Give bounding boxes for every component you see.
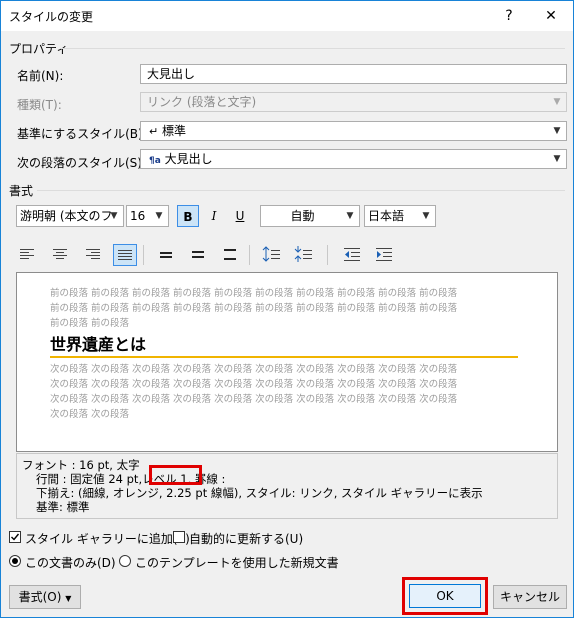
linked-style-icon: ¶a (149, 156, 161, 166)
paragraph-return-icon: ↵ (149, 125, 159, 138)
base-style-label: 基準にするスタイル(B): (17, 127, 147, 141)
preview-after-line: 次の段落 次の段落 次の段落 次の段落 次の段落 次の段落 次の段落 次の段落 … (50, 364, 458, 375)
preview-bottom-border (50, 356, 518, 358)
align-left-icon (20, 249, 34, 259)
base-style-select[interactable]: ↵ 標準 ▼ (140, 121, 567, 141)
chevron-down-icon: ▼ (422, 211, 430, 221)
language-combo[interactable]: 日本語 ▼ (364, 205, 436, 227)
align-right-icon (86, 249, 100, 259)
properties-divider (61, 48, 565, 49)
one-half-spacing-icon (192, 251, 204, 258)
description-line-spacing: 行間 : 固定値 24 pt, (36, 472, 143, 486)
increase-indent-button[interactable] (373, 244, 397, 266)
ok-button[interactable]: OK (409, 584, 481, 608)
type-label: 種類(T): (17, 98, 62, 112)
preview-before-line: 前の段落 前の段落 前の段落 前の段落 前の段落 前の段落 前の段落 前の段落 … (50, 303, 458, 314)
name-label: 名前(N): (17, 69, 64, 83)
spacing-increase-icon (262, 246, 280, 262)
style-type-value: リンク (段落と文字) (147, 95, 257, 109)
cancel-button[interactable]: キャンセル (493, 585, 567, 609)
spacing-decrease-icon (294, 246, 312, 262)
align-right-button[interactable] (82, 244, 106, 266)
description-font: フォント : 16 pt, 太字 (22, 458, 140, 472)
add-to-gallery-label[interactable]: スタイル ギャラリーに追加(S) (25, 530, 190, 547)
dropdown-arrow-icon: ▼ (65, 594, 72, 603)
formatting-group-label: 書式 (9, 184, 34, 198)
one-half-spacing-button[interactable] (187, 244, 211, 266)
new-documents-label[interactable]: このテンプレートを使用した新規文書 (135, 554, 339, 571)
justify-icon (118, 250, 132, 260)
base-style-value: 標準 (162, 124, 187, 138)
style-type-select: リンク (段落と文字) ▼ (140, 92, 567, 112)
preview-after-line: 次の段落 次の段落 次の段落 次の段落 次の段落 次の段落 次の段落 次の段落 … (50, 379, 458, 390)
decrease-spacing-button[interactable] (293, 244, 317, 266)
next-style-select[interactable]: ¶a 大見出し ▼ (140, 149, 567, 169)
description-base: 基準: 標準 (36, 500, 90, 514)
font-name-combo[interactable]: 游明朝 (本文のフ ▼ (16, 205, 124, 227)
modify-style-dialog: スタイルの変更 ? ✕ プロパティ 名前(N): 大見出し 種類(T): リンク… (0, 0, 574, 618)
preview-heading: 世界遺産とは (50, 335, 147, 354)
chevron-down-icon: ▼ (553, 97, 561, 107)
font-color-combo[interactable]: 自動 ▼ (260, 205, 360, 227)
checkmark-icon (11, 533, 20, 541)
chevron-down-icon: ▼ (110, 211, 118, 221)
properties-group-label: プロパティ (9, 42, 69, 56)
chevron-down-icon: ▼ (553, 126, 561, 136)
preview-before-line: 前の段落 前の段落 (50, 318, 130, 329)
style-description: フォント : 16 pt, 太字 行間 : 固定値 24 pt,レベル 1, 罫… (16, 453, 558, 519)
new-documents-radio[interactable] (119, 555, 131, 567)
italic-button[interactable]: I (203, 205, 225, 227)
chevron-down-icon: ▼ (553, 154, 561, 164)
increase-indent-icon (376, 248, 392, 261)
justify-button[interactable] (113, 244, 137, 266)
formatting-divider (37, 190, 565, 191)
decrease-indent-icon (344, 248, 360, 261)
dialog-title: スタイルの変更 (9, 10, 94, 24)
chevron-down-icon: ▼ (346, 211, 354, 221)
toolbar-separator (327, 245, 328, 265)
double-spacing-icon (224, 249, 236, 260)
font-color-value: 自動 (290, 209, 315, 223)
align-center-icon (53, 249, 67, 259)
help-button[interactable]: ? (487, 1, 531, 31)
decrease-indent-button[interactable] (341, 244, 365, 266)
single-spacing-icon (160, 252, 172, 258)
format-button-label: 書式(O) (18, 590, 62, 604)
close-button[interactable]: ✕ (529, 1, 573, 31)
underline-button[interactable]: U (229, 205, 251, 227)
increase-spacing-button[interactable] (261, 244, 285, 266)
preview-after-line: 次の段落 次の段落 次の段落 次の段落 次の段落 次の段落 次の段落 次の段落 … (50, 394, 458, 405)
style-preview: 前の段落 前の段落 前の段落 前の段落 前の段落 前の段落 前の段落 前の段落 … (16, 272, 558, 452)
add-to-gallery-checkbox[interactable] (9, 531, 21, 543)
language-value: 日本語 (368, 209, 405, 223)
next-style-label: 次の段落のスタイル(S): (17, 156, 147, 170)
title-bar: スタイルの変更 ? ✕ (1, 1, 573, 31)
description-border-detail: 下揃え: (細線, オレンジ, 2.25 pt 線幅), スタイル: リンク, … (36, 486, 483, 500)
font-size-value: 16 (130, 209, 146, 223)
radio-dot-icon (12, 558, 18, 564)
align-left-button[interactable] (16, 244, 40, 266)
bold-button[interactable]: B (177, 205, 199, 227)
single-spacing-button[interactable] (155, 244, 179, 266)
chevron-down-icon: ▼ (155, 211, 163, 221)
toolbar-separator (143, 245, 144, 265)
next-style-value: 大見出し (164, 152, 213, 166)
font-name-value: 游明朝 (本文のフ (20, 209, 113, 223)
preview-after-line: 次の段落 次の段落 (50, 409, 130, 420)
double-spacing-button[interactable] (219, 244, 243, 266)
style-name-field[interactable]: 大見出し (140, 64, 567, 84)
toolbar-separator (249, 245, 250, 265)
auto-update-checkbox[interactable] (173, 531, 185, 543)
preview-before-line: 前の段落 前の段落 前の段落 前の段落 前の段落 前の段落 前の段落 前の段落 … (50, 288, 458, 299)
this-document-label[interactable]: この文書のみ(D) (25, 554, 116, 571)
format-menu-button[interactable]: 書式(O) ▼ (9, 585, 81, 609)
font-size-combo[interactable]: 16 ▼ (126, 205, 169, 227)
highlight-box-level (149, 465, 202, 485)
this-document-radio[interactable] (9, 555, 21, 567)
align-center-button[interactable] (49, 244, 73, 266)
auto-update-label[interactable]: 自動的に更新する(U) (189, 530, 303, 547)
